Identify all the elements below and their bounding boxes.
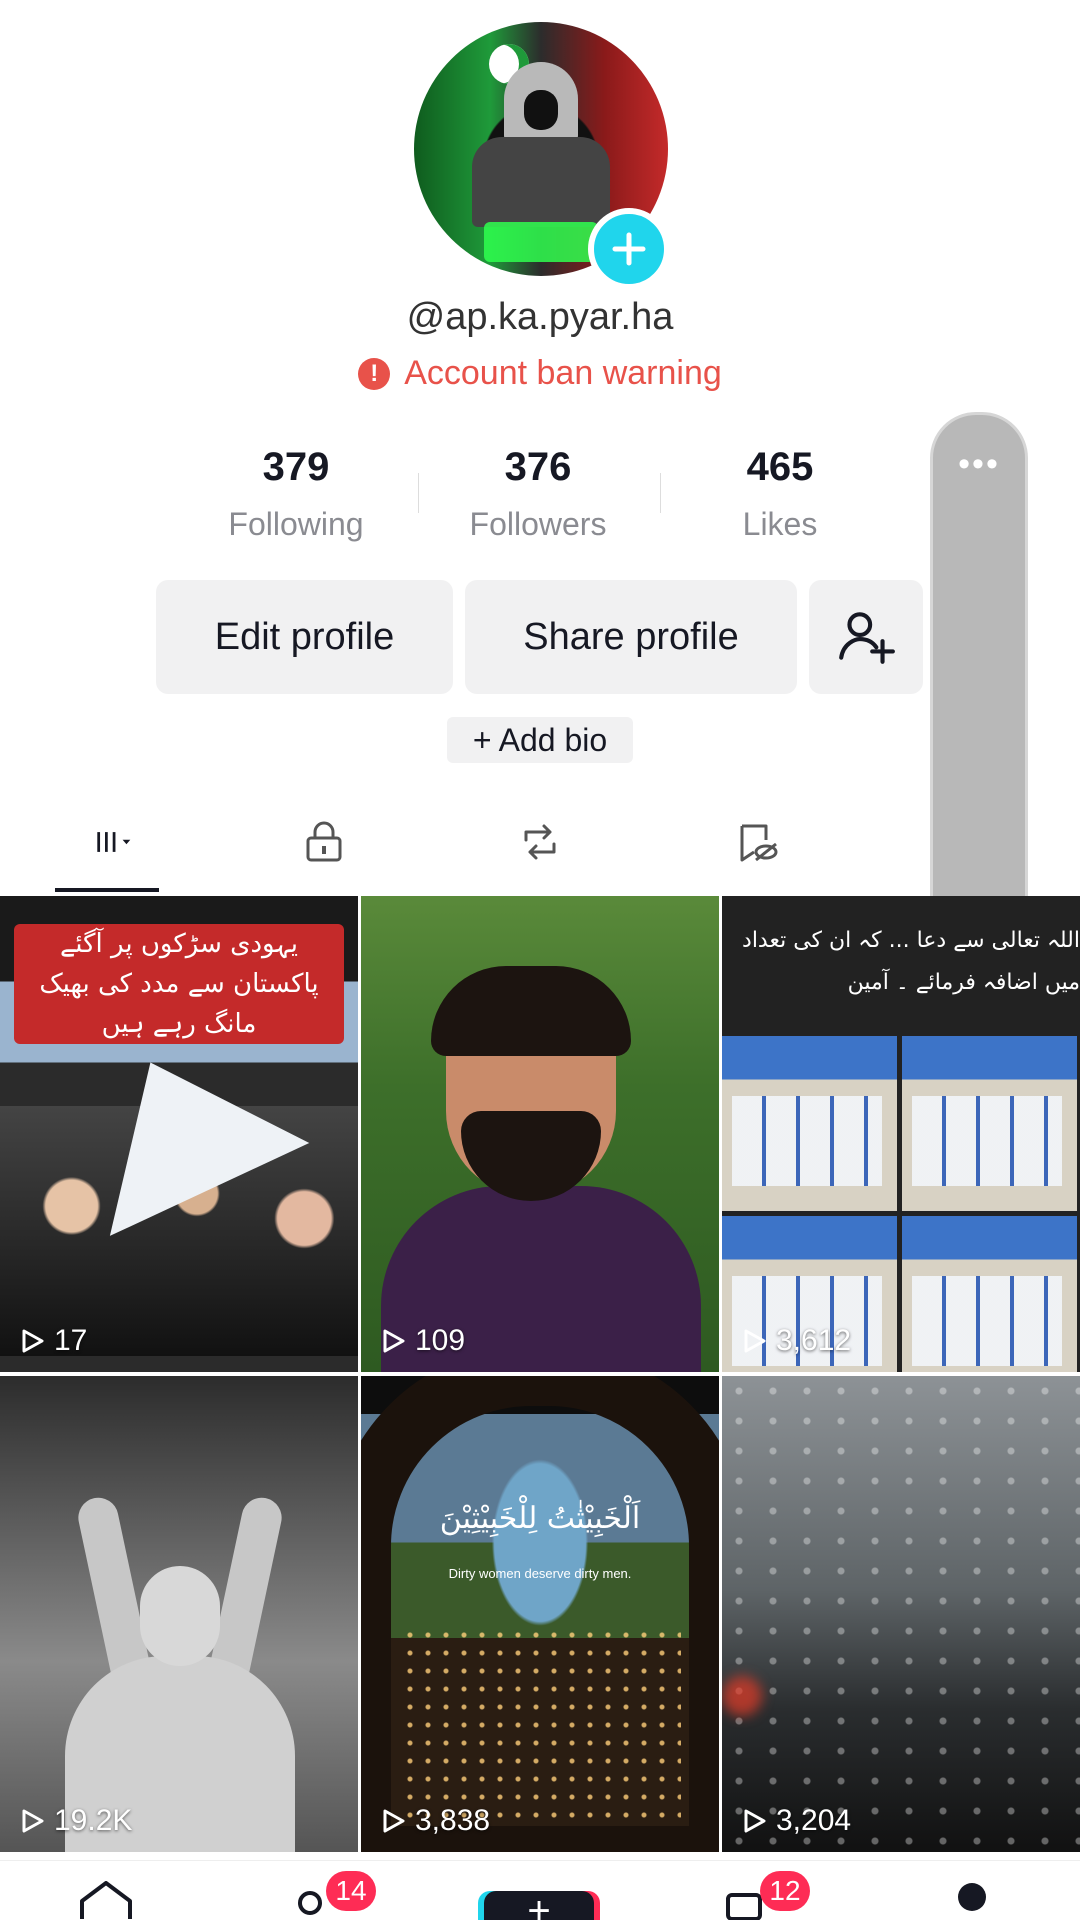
- thumbnail-caption: اللہ تعالی سے دعا ... کہ ان کی تعداد میں…: [742, 928, 1080, 995]
- view-count: 109: [379, 1324, 465, 1358]
- create-button[interactable]: +: [484, 1889, 594, 1920]
- create-plus: +: [527, 1889, 551, 1920]
- view-count-value: 3,612: [776, 1324, 852, 1357]
- avatar-body-figure: [472, 137, 610, 227]
- friends-icon: [298, 1891, 322, 1915]
- thumbnail-tile: [722, 1036, 897, 1211]
- home-icon: [80, 1881, 132, 1919]
- view-count: 3,204: [740, 1804, 851, 1838]
- tab-saved-hidden[interactable]: [696, 800, 816, 884]
- thumbnail-red-light: [722, 1676, 762, 1716]
- add-avatar-button[interactable]: [588, 208, 670, 290]
- thumbnail-head: [140, 1566, 220, 1666]
- video-thumbnail[interactable]: اَلْخَبِيْثٰتُ لِلْخَبِيْثِيْنَ Dirty wo…: [361, 1376, 719, 1852]
- edit-profile-button[interactable]: Edit profile: [156, 580, 453, 694]
- play-icon: [22, 1809, 44, 1833]
- video-thumbnail[interactable]: 19.2K: [0, 1376, 358, 1852]
- view-count-value: 3,838: [415, 1804, 491, 1837]
- notification-badge: 12: [760, 1871, 810, 1911]
- warning-text: Account ban warning: [404, 354, 722, 392]
- stat-label: Followers: [469, 506, 607, 542]
- tab-private[interactable]: [264, 800, 384, 884]
- thumbnail-tile: [902, 1216, 1077, 1372]
- add-friends-button[interactable]: [809, 580, 923, 694]
- play-icon: [383, 1809, 405, 1833]
- grid-icon: [97, 832, 131, 852]
- plus-icon: [612, 232, 646, 266]
- tab-reposts[interactable]: [480, 800, 600, 884]
- view-count-value: 109: [415, 1324, 466, 1357]
- stat-value: 379: [262, 445, 330, 489]
- view-count-value: 3,204: [776, 1804, 852, 1837]
- stat-value: 465: [746, 445, 814, 489]
- view-count: 3,838: [379, 1804, 490, 1838]
- add-bio-button[interactable]: + Add bio: [447, 717, 633, 763]
- thumbnail-cave-arch: [361, 1376, 719, 1852]
- profile-stats: 379 Following 376 Followers 465 Likes: [176, 445, 896, 555]
- stat-likes[interactable]: 465 Likes: [660, 445, 900, 543]
- play-icon: [383, 1329, 405, 1353]
- view-count-value: 19.2K: [54, 1804, 133, 1837]
- notification-badge: 14: [326, 1871, 376, 1911]
- video-thumbnail[interactable]: 3,204: [722, 1376, 1080, 1852]
- lock-icon: [306, 821, 342, 862]
- view-count: 19.2K: [18, 1804, 132, 1838]
- nav-home[interactable]: [76, 1881, 136, 1920]
- video-thumbnail[interactable]: یہودی سڑکوں پر آگئے پاکستان سے مدد کی بھ…: [0, 896, 358, 1372]
- warning-icon: !: [358, 357, 391, 390]
- stat-followers[interactable]: 376 Followers: [418, 445, 658, 543]
- view-count: 3,612: [740, 1324, 851, 1358]
- video-thumbnail[interactable]: اللہ تعالی سے دعا ... کہ ان کی تعداد میں…: [722, 896, 1080, 1372]
- thumbnail-rain-drops: [722, 1376, 1080, 1852]
- tab-videos[interactable]: [56, 800, 176, 884]
- stat-label: Likes: [742, 506, 818, 542]
- username: @ap.ka.pyar.ha: [406, 296, 674, 338]
- thumbnail-tile: [902, 1036, 1077, 1211]
- bookmark-hidden-icon: [740, 824, 778, 862]
- more-options-icon[interactable]: •••: [933, 445, 1025, 484]
- thumbnail-caption: یہودی سڑکوں پر آگئے پاکستان سے مدد کی بھ…: [14, 924, 344, 1044]
- nav-inbox[interactable]: 12: [724, 1871, 810, 1920]
- stat-label: Following: [228, 506, 364, 542]
- nav-friends[interactable]: 14: [290, 1871, 376, 1920]
- nav-profile[interactable]: [952, 1881, 1012, 1920]
- active-tab-indicator: [55, 888, 159, 892]
- play-icon: [744, 1329, 766, 1353]
- video-grid: یہودی سڑکوں پر آگئے پاکستان سے مدد کی بھ…: [0, 896, 1080, 1856]
- add-user-icon: [839, 612, 895, 664]
- bottom-navigation: 14 + 12: [0, 1860, 1080, 1920]
- thumbnail-subcaption: Dirty women deserve dirty men.: [448, 1566, 632, 1581]
- video-thumbnail[interactable]: 109: [361, 896, 719, 1372]
- play-icon: [744, 1809, 766, 1833]
- avatar-glow: [484, 222, 598, 262]
- stat-value: 376: [504, 445, 572, 489]
- play-icon: [22, 1329, 44, 1353]
- inbox-icon: [726, 1893, 762, 1920]
- thumbnail-person-hair: [431, 966, 631, 1056]
- share-profile-button[interactable]: Share profile: [465, 580, 797, 694]
- repost-icon: [524, 824, 556, 860]
- stat-following[interactable]: 379 Following: [176, 445, 416, 543]
- view-count-value: 17: [54, 1324, 88, 1357]
- thumbnail-caption: اَلْخَبِيْثٰتُ لِلْخَبِيْثِيْنَ: [439, 1501, 641, 1536]
- view-count: 17: [18, 1324, 87, 1358]
- account-ban-warning[interactable]: ! Account ban warning: [0, 354, 1080, 393]
- profile-page: @ap.ka.pyar.ha ! Account ban warning 379…: [0, 0, 1080, 1920]
- content-tabs: [0, 800, 1080, 892]
- profile-icon: [958, 1883, 986, 1911]
